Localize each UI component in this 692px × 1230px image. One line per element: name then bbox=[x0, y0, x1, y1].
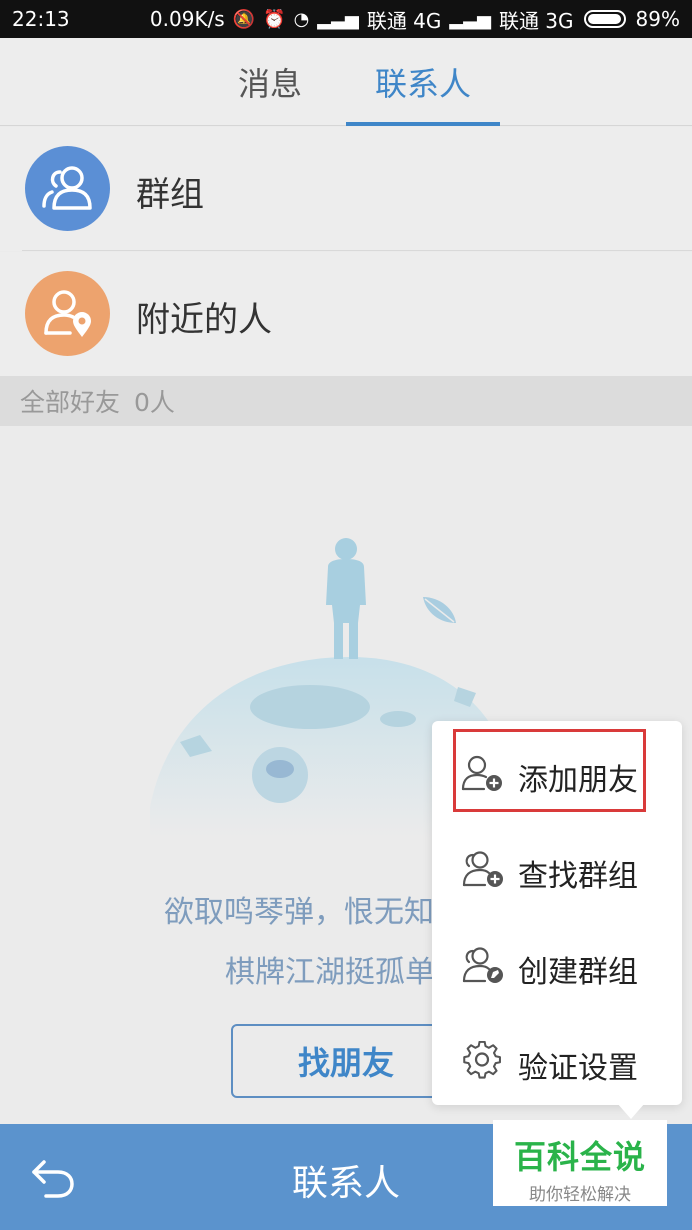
alarm-icon: ⏰ bbox=[263, 8, 286, 30]
menu-item-add-friend[interactable]: 添加朋友 bbox=[432, 725, 682, 821]
carrier-2: 联通 3G bbox=[498, 8, 574, 33]
empty-state-line1: 欲取鸣琴弹，恨无知 bbox=[164, 895, 434, 930]
battery-level: 89% bbox=[635, 7, 680, 31]
nearby-label: 附近的人 bbox=[136, 300, 272, 340]
wifi-icon: ◔ bbox=[293, 8, 310, 30]
popup-pointer bbox=[617, 1103, 645, 1119]
tab-bar: 消息 联系人 bbox=[0, 38, 692, 126]
mute-icon: 🔕 bbox=[232, 8, 256, 30]
add-friend-label: 添加朋友 bbox=[518, 763, 638, 798]
watermark-subtitle: 助你轻松解决 bbox=[529, 1185, 631, 1205]
watermark-logo: 百科全说 助你轻松解决 bbox=[493, 1120, 667, 1206]
group-icon bbox=[41, 165, 92, 210]
all-friends-label: 全部好友 bbox=[20, 388, 121, 417]
status-time: 22:13 bbox=[12, 7, 70, 31]
battery-icon bbox=[583, 10, 626, 28]
menu-item-find-group[interactable]: 查找群组 bbox=[432, 821, 682, 917]
nearby-row[interactable]: 附近的人 bbox=[0, 252, 692, 376]
search-group-icon bbox=[462, 851, 503, 887]
groups-label: 群组 bbox=[136, 175, 204, 215]
find-group-label: 查找群组 bbox=[518, 859, 638, 894]
create-group-icon bbox=[462, 947, 503, 983]
signal-icon-2: ▂▃▅ bbox=[449, 8, 491, 30]
create-group-label: 创建群组 bbox=[518, 955, 638, 990]
empty-state-line2: 棋牌江湖挺孤单 bbox=[225, 955, 435, 990]
menu-item-verify-settings[interactable]: 验证设置 bbox=[432, 1013, 682, 1109]
friends-count: 0人 bbox=[134, 388, 175, 417]
add-menu-popup: 添加朋友 查找群组 创建群组 验证设置 bbox=[432, 721, 682, 1105]
menu-item-create-group[interactable]: 创建群组 bbox=[432, 917, 682, 1013]
row-divider bbox=[22, 250, 692, 251]
tab-contacts[interactable]: 联系人 bbox=[346, 38, 500, 126]
nearby-avatar bbox=[25, 271, 110, 356]
friends-section-header: 全部好友 0人 bbox=[0, 376, 692, 426]
carrier-1: 联通 4G bbox=[366, 8, 442, 33]
signal-icon-1: ▂▃▅ bbox=[317, 8, 359, 30]
watermark-title: 百科全说 bbox=[513, 1138, 646, 1176]
network-speed: 0.09K/s bbox=[149, 7, 225, 31]
find-friends-button[interactable]: 找朋友 bbox=[231, 1024, 461, 1098]
gear-icon bbox=[463, 1041, 501, 1079]
add-user-icon bbox=[461, 755, 502, 791]
tab-messages[interactable]: 消息 bbox=[215, 38, 325, 126]
groups-avatar bbox=[25, 146, 110, 231]
status-right: 0.09K/s 🔕 ⏰ ◔ ▂▃▅ 联通 4G ▂▃▅ 联通 3G 89% bbox=[150, 5, 680, 34]
verify-settings-label: 验证设置 bbox=[518, 1051, 638, 1086]
nearby-person-icon bbox=[43, 289, 91, 337]
groups-row[interactable]: 群组 bbox=[0, 127, 692, 251]
status-bar: 22:13 0.09K/s 🔕 ⏰ ◔ ▂▃▅ 联通 4G ▂▃▅ 联通 3G … bbox=[0, 0, 692, 38]
